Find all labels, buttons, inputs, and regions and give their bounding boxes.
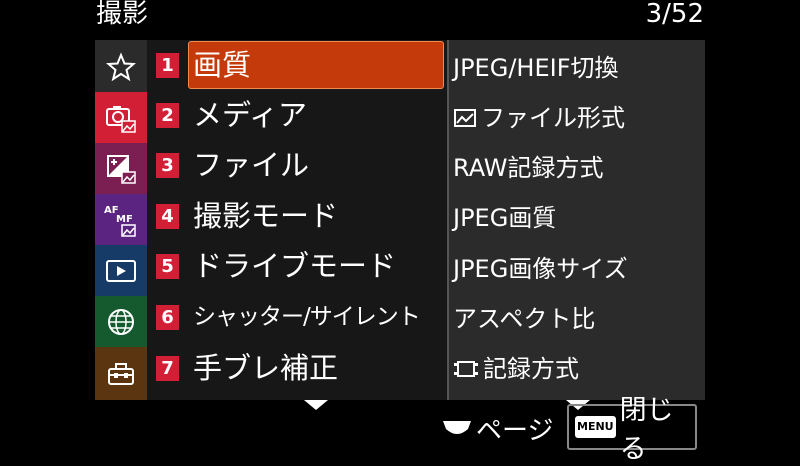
- submenu-item-label: JPEG画像サイズ: [453, 255, 628, 283]
- menu-item-number: 4: [156, 204, 179, 229]
- page-hint-label: ページ: [476, 415, 554, 446]
- menu-item-shutter-silent[interactable]: 6 シャッター/サイレント: [147, 293, 447, 341]
- submenu-item: JPEG/HEIF切換: [453, 43, 619, 93]
- sidebar-item-focus[interactable]: AF MF: [95, 194, 147, 245]
- submenu-item-label: RAW記録方式: [453, 154, 604, 182]
- sidebar-item-playback[interactable]: [95, 245, 147, 296]
- exposure-photo-icon: [107, 154, 136, 184]
- submenu-item-label: 記録方式: [483, 355, 579, 383]
- af-mf-icon: AF MF: [104, 205, 136, 237]
- toolbox-icon: [108, 362, 134, 385]
- sidebar-item-setup[interactable]: [95, 347, 147, 400]
- close-menu-button[interactable]: MENU 閉じる: [567, 395, 697, 465]
- submenu-item-label: JPEG画質: [453, 204, 557, 232]
- close-label: 閉じる: [619, 395, 674, 465]
- menu-item-number: 1: [156, 53, 179, 78]
- sidebar-item-exposure[interactable]: [95, 143, 147, 194]
- menu-item-label: 画質: [188, 41, 444, 89]
- page-control-hint: ページ: [442, 408, 553, 448]
- menu-item-number: 7: [156, 356, 179, 381]
- submenu-preview: JPEG/HEIF切換 ファイル形式 RAW記録方式 JPEG画質 JPEG画像…: [447, 40, 705, 400]
- menu-item-drive-mode[interactable]: 5 ドライブモード: [147, 242, 447, 290]
- submenu-item-label: アスペクト比: [453, 305, 596, 333]
- submenu-item-label: ファイル形式: [481, 104, 625, 132]
- menu-item-label: ファイル: [193, 148, 310, 182]
- menu-item-label: 撮影モード: [193, 199, 339, 233]
- menu-item-label: ドライブモード: [193, 249, 397, 283]
- submenu-item: JPEG画像サイズ: [453, 244, 628, 294]
- menu-list: 1 画質 2 メディア 3 ファイル 4 撮影モード 5 ドライブモード 6 シ…: [147, 40, 447, 400]
- menu-item-label: 手ブレ補正: [193, 351, 339, 385]
- menu-item-number: 3: [156, 153, 179, 178]
- submenu-item: アスペクト比: [453, 294, 595, 344]
- category-sidebar: AF MF: [95, 40, 147, 400]
- page-title: 撮影: [96, 0, 149, 29]
- playback-icon: [106, 259, 136, 282]
- photo-frame-icon: [454, 109, 476, 127]
- menu-key-icon: MENU: [575, 416, 616, 438]
- menu-item-stabilization[interactable]: 7 手ブレ補正: [147, 344, 447, 392]
- submenu-item: ファイル形式: [453, 93, 625, 143]
- menu-item-file[interactable]: 3 ファイル: [147, 141, 447, 189]
- menu-item-shooting-mode[interactable]: 4 撮影モード: [147, 192, 447, 240]
- menu-item-number: 6: [156, 305, 179, 330]
- menu-item-label: シャッター/サイレント: [193, 304, 421, 330]
- sidebar-item-network[interactable]: [95, 296, 147, 347]
- sidebar-item-favorites[interactable]: [95, 41, 147, 92]
- svg-text:MF: MF: [116, 214, 133, 225]
- network-globe-icon: [108, 308, 134, 335]
- submenu-item: RAW記録方式: [453, 143, 604, 193]
- page-indicator: 3/52: [645, 0, 704, 29]
- control-wheel-icon: [443, 421, 471, 434]
- menu-item-media[interactable]: 2 メディア: [147, 91, 447, 139]
- star-icon: [106, 51, 136, 81]
- menu-item-label: メディア: [193, 98, 307, 132]
- menu-item-image-quality[interactable]: 1 画質: [147, 41, 447, 89]
- sidebar-item-shooting[interactable]: [95, 92, 147, 143]
- scroll-down-arrow-icon: [304, 400, 328, 410]
- menu-item-number: 2: [156, 103, 179, 128]
- menu-item-number: 5: [156, 254, 179, 279]
- film-icon: [454, 361, 478, 377]
- submenu-item: JPEG画質: [453, 193, 556, 243]
- submenu-item: 記録方式: [453, 344, 579, 394]
- submenu-item-label: JPEG/HEIF切換: [453, 54, 619, 82]
- camera-photo-icon: [106, 105, 136, 133]
